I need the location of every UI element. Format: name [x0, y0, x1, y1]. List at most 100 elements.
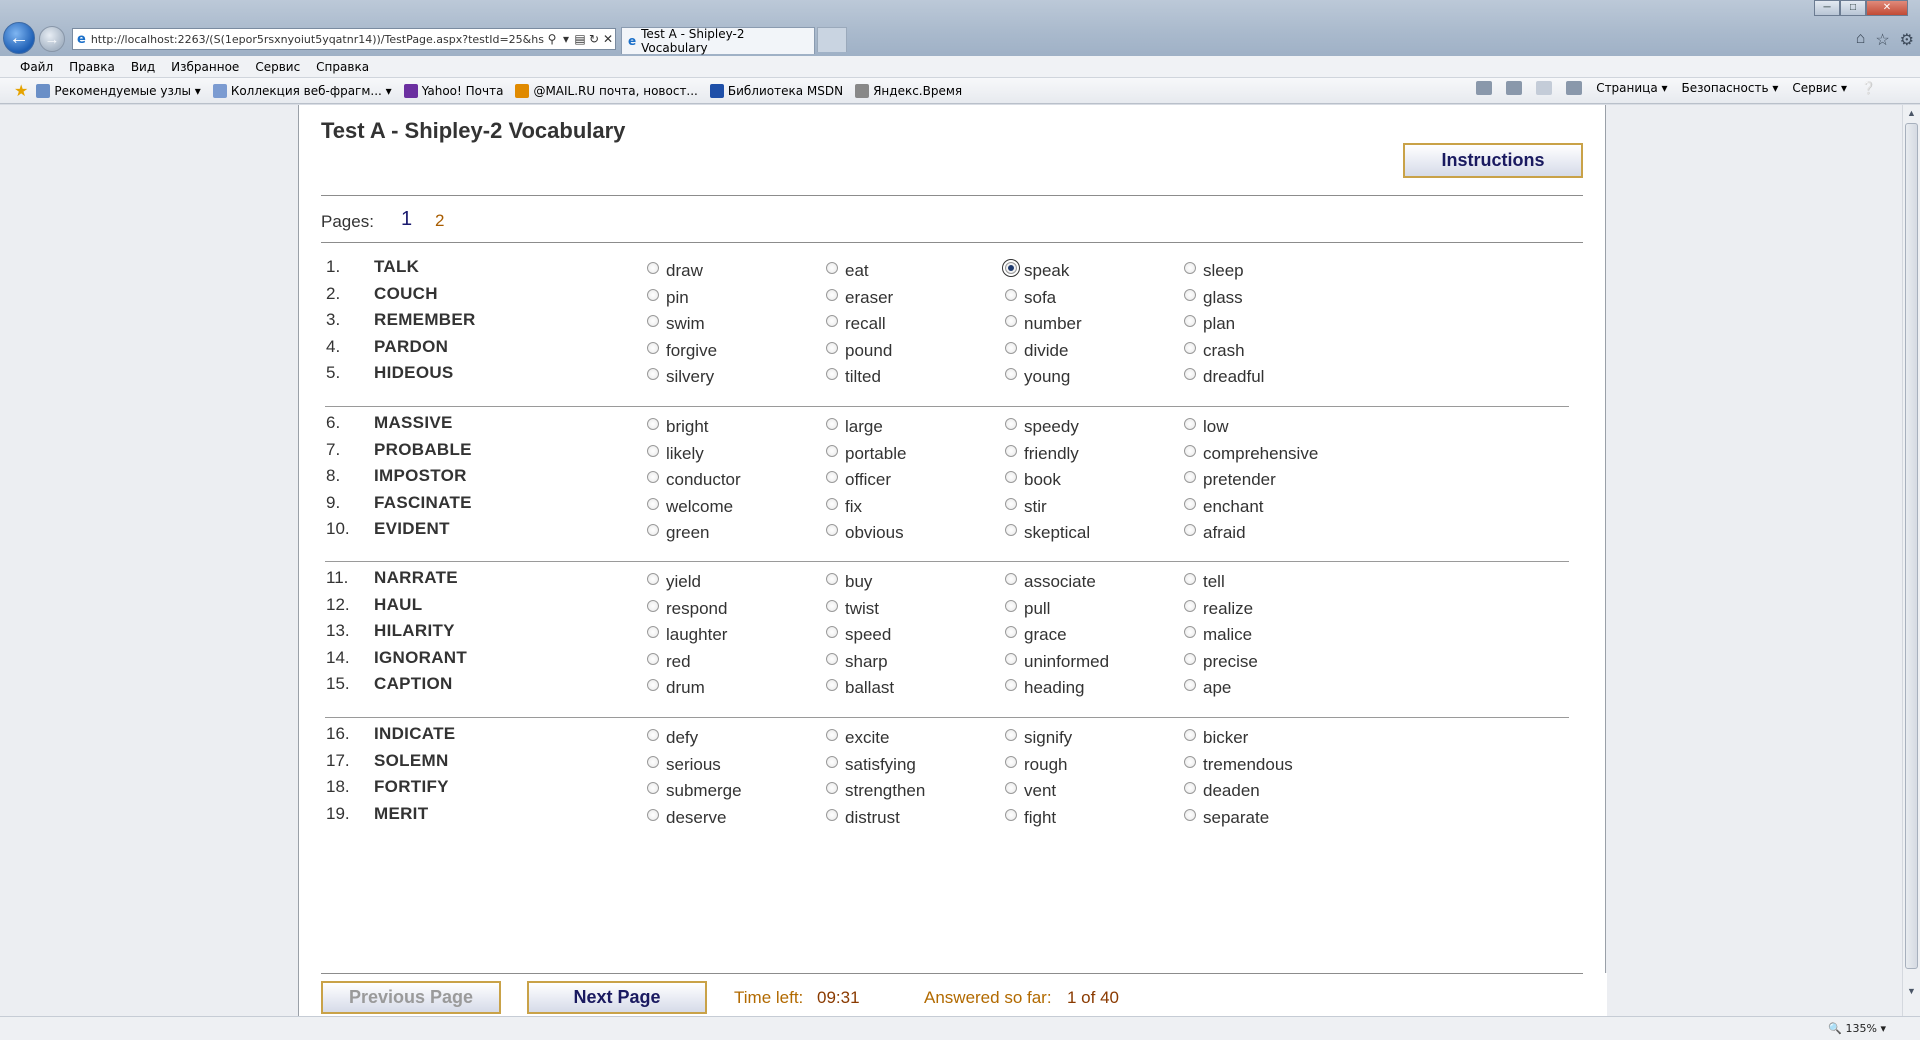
radio-button[interactable]: [826, 808, 838, 821]
answer-option[interactable]: speak: [1002, 259, 1069, 281]
answer-option[interactable]: recall: [826, 312, 886, 334]
gear-icon[interactable]: ⚙: [1900, 30, 1914, 50]
radio-button[interactable]: [826, 262, 838, 274]
radio-button[interactable]: [1184, 444, 1196, 457]
menu-item-edit[interactable]: Правка: [69, 60, 115, 74]
refresh-icon[interactable]: ↻: [587, 32, 601, 46]
compatibility-icon[interactable]: ▤: [573, 32, 587, 46]
new-tab-button[interactable]: [817, 27, 847, 52]
favorite-item[interactable]: Yahoo! Почта: [403, 83, 503, 98]
answer-option[interactable]: yield: [647, 570, 701, 592]
answer-option[interactable]: signify: [1005, 726, 1072, 748]
radio-button[interactable]: [1184, 652, 1196, 665]
radio-button[interactable]: [1184, 471, 1196, 483]
answer-option[interactable]: stir: [1005, 495, 1047, 517]
radio-button[interactable]: [647, 262, 659, 274]
radio-button[interactable]: [647, 524, 659, 536]
answer-option[interactable]: precise: [1184, 650, 1258, 672]
minimize-button[interactable]: ─: [1814, 0, 1840, 16]
answer-option[interactable]: eraser: [826, 286, 893, 308]
radio-button[interactable]: [1184, 626, 1196, 638]
radio-button[interactable]: [1005, 524, 1017, 536]
radio-button[interactable]: [647, 368, 659, 380]
answer-option[interactable]: serious: [647, 753, 721, 775]
answer-option[interactable]: book: [1005, 468, 1061, 490]
answer-option[interactable]: excite: [826, 726, 889, 748]
answer-option[interactable]: uninformed: [1005, 650, 1109, 672]
answer-option[interactable]: sleep: [1184, 259, 1244, 281]
favorites-star-icon[interactable]: ★: [14, 81, 28, 100]
answer-option[interactable]: separate: [1184, 806, 1269, 828]
answer-option[interactable]: deserve: [647, 806, 726, 828]
answer-option[interactable]: eat: [826, 259, 869, 281]
radio-button[interactable]: [1005, 573, 1017, 585]
radio-button[interactable]: [1005, 599, 1017, 612]
radio-button[interactable]: [1005, 729, 1017, 741]
answer-option[interactable]: tilted: [826, 365, 881, 387]
radio-button[interactable]: [1005, 782, 1017, 794]
radio-button[interactable]: [826, 573, 838, 585]
command-tools[interactable]: Сервис ▾: [1792, 81, 1847, 95]
radio-button[interactable]: [1002, 259, 1020, 277]
answer-option[interactable]: portable: [826, 442, 906, 464]
answer-option[interactable]: dreadful: [1184, 365, 1264, 387]
answer-option[interactable]: deaden: [1184, 779, 1260, 801]
answer-option[interactable]: defy: [647, 726, 698, 748]
radio-button[interactable]: [1184, 288, 1196, 301]
answer-option[interactable]: red: [647, 650, 691, 672]
radio-button[interactable]: [826, 315, 838, 327]
page-link-1[interactable]: 1: [401, 208, 412, 231]
radio-button[interactable]: [1005, 808, 1017, 821]
answer-option[interactable]: malice: [1184, 623, 1252, 645]
print-icon[interactable]: [1566, 81, 1583, 95]
radio-button[interactable]: [826, 288, 838, 301]
favorites-star-icon[interactable]: ☆: [1875, 30, 1889, 50]
answer-option[interactable]: tremendous: [1184, 753, 1293, 775]
radio-button[interactable]: [1184, 524, 1196, 536]
answer-option[interactable]: bicker: [1184, 726, 1248, 748]
radio-button[interactable]: [647, 782, 659, 794]
answer-option[interactable]: comprehensive: [1184, 442, 1318, 464]
mail-icon[interactable]: [1536, 81, 1553, 95]
menu-item-file[interactable]: Файл: [20, 60, 53, 74]
answer-option[interactable]: plan: [1184, 312, 1235, 334]
answer-option[interactable]: speedy: [1005, 415, 1079, 437]
radio-button[interactable]: [647, 652, 659, 665]
radio-button[interactable]: [647, 444, 659, 457]
rss-feed-icon[interactable]: [1506, 81, 1523, 95]
answer-option[interactable]: drum: [647, 676, 705, 698]
radio-button[interactable]: [1184, 262, 1196, 274]
back-button[interactable]: ←: [3, 22, 35, 54]
answer-option[interactable]: glass: [1184, 286, 1243, 308]
radio-button[interactable]: [647, 497, 659, 510]
answer-option[interactable]: realize: [1184, 597, 1253, 619]
search-icon[interactable]: ⚲: [545, 32, 559, 46]
answer-option[interactable]: enchant: [1184, 495, 1264, 517]
answer-option[interactable]: sharp: [826, 650, 888, 672]
radio-button[interactable]: [1184, 341, 1196, 354]
help-icon[interactable]: ❔: [1861, 81, 1876, 95]
answer-option[interactable]: ballast: [826, 676, 894, 698]
answer-option[interactable]: pound: [826, 339, 892, 361]
radio-button[interactable]: [1005, 471, 1017, 483]
radio-button[interactable]: [1005, 418, 1017, 430]
answer-option[interactable]: green: [647, 521, 709, 543]
radio-button[interactable]: [1005, 341, 1017, 354]
scrollbar-thumb[interactable]: [1905, 123, 1918, 969]
browser-tab[interactable]: e Test A - Shipley-2 Vocabulary: [621, 27, 815, 55]
radio-button[interactable]: [1184, 599, 1196, 612]
radio-button[interactable]: [826, 471, 838, 483]
radio-button[interactable]: [1184, 497, 1196, 510]
radio-button[interactable]: [1184, 315, 1196, 327]
answer-option[interactable]: draw: [647, 259, 703, 281]
answer-option[interactable]: associate: [1005, 570, 1096, 592]
command-security[interactable]: Безопасность ▾: [1682, 81, 1779, 95]
page-link-2[interactable]: 2: [435, 211, 444, 231]
answer-option[interactable]: strengthen: [826, 779, 925, 801]
stop-icon[interactable]: ✕: [601, 32, 615, 46]
answer-option[interactable]: laughter: [647, 623, 727, 645]
answer-option[interactable]: obvious: [826, 521, 904, 543]
answer-option[interactable]: rough: [1005, 753, 1067, 775]
answer-option[interactable]: vent: [1005, 779, 1056, 801]
instructions-button[interactable]: Instructions: [1403, 143, 1583, 178]
